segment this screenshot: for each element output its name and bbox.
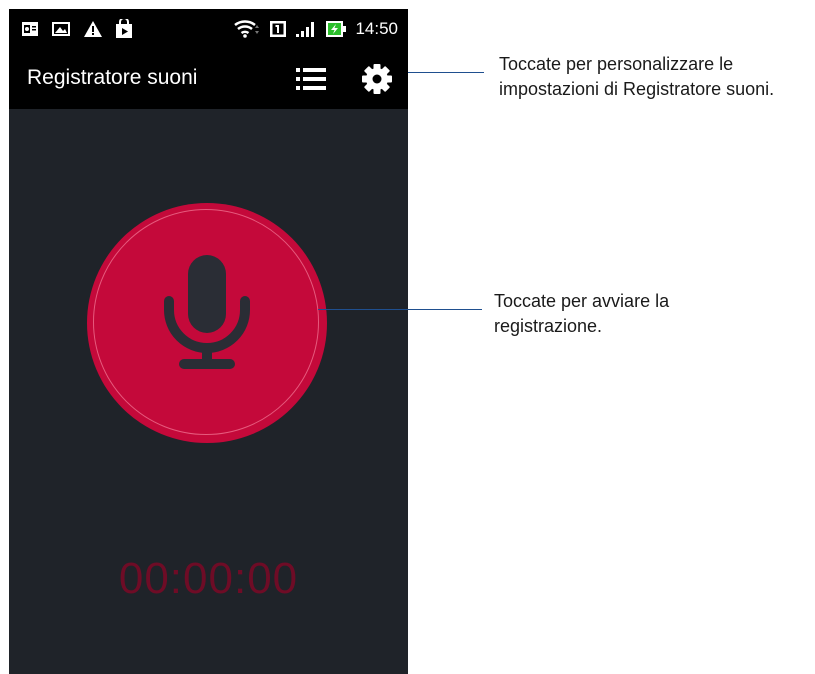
status-bar: 14:50 [9,9,408,49]
app-bar: Registratore suoni [9,49,408,109]
app-title: Registratore suoni [27,66,198,89]
record-annotation-line1: Toccate per avviare la [494,291,670,311]
status-time: 14:50 [355,19,398,38]
settings-annotation-line2: impostazioni di Registratore suoni. [499,79,775,99]
notification-icons [21,17,133,41]
settings-annotation: Toccate per personalizzare le impostazio… [499,52,774,102]
list-icon [296,68,326,90]
recordings-list-button[interactable] [296,65,326,93]
signal-icon [296,22,315,37]
wifi-icon [234,20,260,38]
microphone-icon [164,255,250,369]
gear-icon [362,64,392,94]
settings-callout-line [408,72,484,73]
battery-charging-icon [326,21,347,37]
warning-icon [84,21,102,37]
outlook-icon [22,22,38,36]
recording-timer: 00:00:00 [118,554,299,603]
system-icons: 14:50 [233,17,398,41]
settings-annotation-line1: Toccate per personalizzare le [499,54,734,74]
settings-button[interactable] [361,63,393,95]
phone-screen: 14:50 Registratore suoni 00:00:00 [9,9,408,674]
record-annotation: Toccate per avviare la registrazione. [494,289,669,339]
sim-icon [270,21,287,37]
record-callout-line [318,309,482,310]
play-store-icon [116,19,132,38]
image-icon [52,22,70,36]
record-annotation-line2: registrazione. [494,316,603,336]
record-button[interactable] [87,203,327,443]
